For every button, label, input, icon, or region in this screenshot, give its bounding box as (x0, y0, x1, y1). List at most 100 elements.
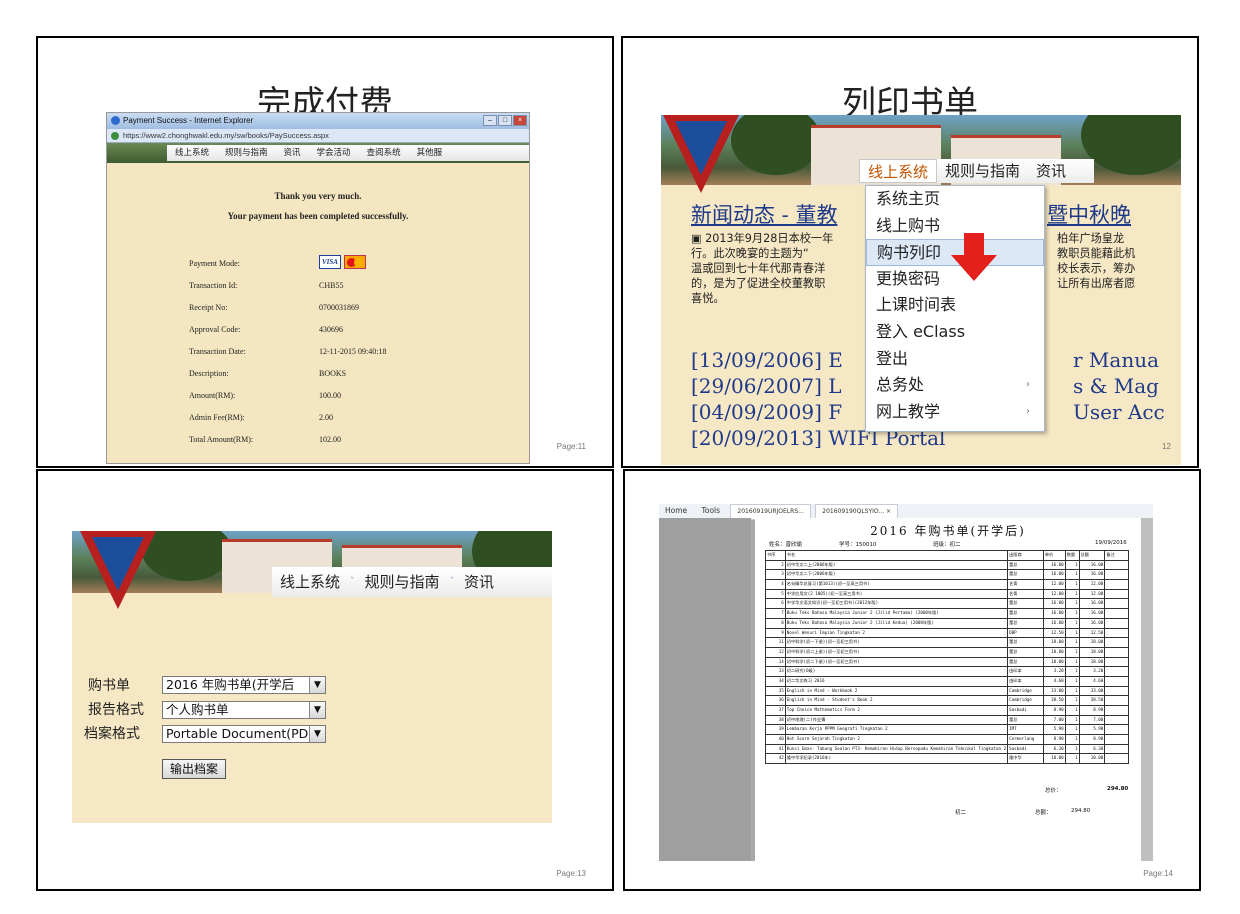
book-publisher: Sasbadi (1007, 705, 1044, 716)
nav-item[interactable]: 学会活动 (309, 145, 359, 161)
doc-link-right[interactable]: User Acc (1073, 399, 1165, 425)
page-number: 12 (1162, 442, 1171, 451)
news-heading-right[interactable]: 暨中秋晚 (1047, 199, 1131, 229)
address-bar[interactable]: https://www2.chonghwakl.edu.my/sw/books/… (107, 129, 529, 143)
book-publisher: Cambridge (1007, 685, 1044, 697)
book-title: 隆中华学纪录(2016年) (784, 753, 1009, 765)
book-qty: 1 (1064, 705, 1080, 716)
table-row: 42 隆中华学纪录(2016年) 隆中华 10.00 1 10.00 (765, 753, 1129, 765)
payment-body: Thank you very much. Your payment has be… (107, 163, 529, 463)
viewer-scrollbar[interactable] (1141, 518, 1153, 861)
file-format-select[interactable]: Portable Document(PDF) ▼ (162, 725, 326, 743)
row-value: BOOKS (319, 369, 347, 378)
close-icon[interactable]: × (513, 115, 527, 126)
book-index: 38 (765, 714, 786, 726)
menu-news[interactable]: 资讯 (456, 567, 502, 597)
maximize-icon[interactable]: □ (498, 115, 512, 126)
book-price: 18.00 (1042, 637, 1066, 648)
row-label: Description: (189, 369, 229, 378)
student-name: 姓名：曾欣瑜 (769, 542, 803, 548)
table-row: 6 中学华文语文知识(初一至初三用书)(2012年版) 董总 16.00 1 16.00 (765, 598, 1129, 610)
row-label: Receipt No: (189, 303, 228, 312)
book-remark (1104, 637, 1129, 648)
site-menubar: 线上系统 ˇ 规则与指南 ˇ 资讯 (272, 567, 552, 597)
book-amount: 6.30 (1078, 743, 1106, 755)
table-row: 39 Lembaran Kerja PPPM Geografi Tingkatan… (765, 724, 1129, 736)
book-remark (1104, 627, 1129, 639)
toolbar-home[interactable]: Home (659, 504, 693, 518)
chevron-down-icon[interactable]: ▼ (309, 702, 325, 718)
dropdown-item[interactable]: 登出 (866, 346, 1044, 373)
book-publisher: 董总 (1007, 617, 1044, 629)
book-publisher: Sasbadi (1007, 743, 1044, 755)
book-qty: 1 (1064, 559, 1080, 571)
book-title: Buku Teks Bahasa Malaysia Junior 2 (Jili… (784, 617, 1009, 629)
chevron-down-icon[interactable]: ▼ (309, 677, 325, 693)
book-remark (1104, 714, 1129, 726)
menu-news[interactable]: 资讯 (1028, 159, 1074, 183)
book-title: English in Mind - Workbook 2 (784, 685, 1009, 697)
dropdown-item-elearning[interactable]: 网上教学 › (866, 399, 1044, 426)
book-publisher: 董总 (1007, 637, 1044, 648)
nav-item[interactable]: 规则与指南 (217, 145, 276, 161)
doc-link-right[interactable]: s & Mag (1073, 373, 1165, 399)
book-title: 初中科学(初二上册)(初一至初三用书) (784, 646, 1009, 658)
nav-item[interactable]: 线上系统 (167, 145, 217, 161)
payment-row: Transaction Id: CHB55 (189, 281, 343, 290)
menu-online-system[interactable]: 线上系统 (272, 567, 348, 597)
table-row: 11 初中科学(初一下册)(初一至初三用书) 董总 18.00 1 18.00 (765, 637, 1129, 648)
book-index: 36 (765, 695, 786, 706)
news-heading[interactable]: 新闻动态 - 董教 (691, 199, 837, 229)
book-qty: 1 (1064, 695, 1080, 706)
site-menubar: 线上系统 规则与指南 资讯 (859, 159, 1095, 183)
table-row: 41 Kunci Emas- Tabung Soalan PT3- Kemahir… (765, 743, 1129, 755)
dropdown-item[interactable]: 系统主页 (866, 186, 1044, 213)
booklist-select[interactable]: 2016 年购书单(开学后 ▼ (162, 676, 326, 694)
table-row: 33 初二研究(O级) 由印本 3.20 1 3.20 (765, 666, 1129, 677)
nav-item[interactable]: 查阅系统 (359, 145, 409, 161)
row-label: Transaction Date: (189, 347, 246, 356)
table-row: 40 Hot Score Sejarah Tingkatan 2 Cermerlan… (765, 734, 1129, 745)
book-remark (1104, 598, 1129, 610)
pdf-page: 2016 年购书单(开学后) 姓名：曾欣瑜 学号：150010 班级：初二 19… (755, 518, 1141, 861)
chevron-down-icon[interactable]: ▼ (309, 726, 325, 742)
menu-rules[interactable]: 规则与指南 (357, 567, 448, 597)
book-price: 8.90 (1042, 734, 1066, 745)
doc-link-right[interactable]: r Manua (1073, 347, 1165, 373)
book-qty: 1 (1064, 637, 1080, 648)
menu-rules[interactable]: 规则与指南 (937, 159, 1028, 183)
row-value: CHB55 (319, 281, 344, 290)
row-label: Approval Code: (189, 325, 241, 334)
book-index: 6 (765, 598, 786, 610)
book-title: Buku Teks Bahasa Malaysia Junior 2 (Jili… (784, 608, 1009, 619)
minimize-icon[interactable]: – (483, 115, 497, 126)
success-text: Your payment has been completed successf… (227, 211, 409, 221)
nav-item[interactable]: 其他服 (409, 145, 451, 161)
row-label: Admin Fee(RM): (189, 413, 245, 422)
book-publisher: 隆中华 (1007, 753, 1044, 765)
book-amount: 8.90 (1078, 734, 1106, 745)
book-remark (1104, 705, 1129, 716)
book-index: 7 (765, 608, 786, 619)
book-price: 16.00 (1042, 608, 1066, 619)
table-row: 38 初中地理(二)作业簿 董总 7.00 1 7.00 (765, 714, 1129, 726)
viewer-sidebar (659, 518, 751, 861)
book-index: 11 (765, 637, 786, 648)
dropdown-item[interactable]: 登入 eClass (866, 319, 1044, 346)
site-nav: 线上系统 规则与指南 资讯 学会活动 查阅系统 其他服 (107, 143, 529, 163)
nav-item[interactable]: 资讯 (276, 145, 309, 161)
slide-pdf-output: Home Tools 20160919URJOELRS... 201609190… (623, 469, 1201, 891)
report-format-select[interactable]: 个人购书单 ▼ (162, 701, 326, 719)
book-index: 3 (765, 569, 786, 581)
dropdown-item-general[interactable]: 总务处 › (866, 372, 1044, 399)
toolbar-tools[interactable]: Tools (696, 504, 726, 518)
dropdown-item[interactable]: 上课时间表 (866, 292, 1044, 319)
book-price: 16.00 (1042, 559, 1066, 571)
payment-row: Total Amount(RM): 102.00 (189, 435, 341, 444)
viewer-toolbar: Home Tools 20160919URJOELRS... 201609190… (659, 504, 1153, 520)
news-text: ▣ 2013年9月28日本校一年 行。此次晚宴的主题为“ 温或回到七十年代那青春… (691, 232, 834, 305)
export-file-button[interactable]: 输出档案 (162, 759, 227, 779)
book-remark (1104, 685, 1129, 697)
menu-online-system[interactable]: 线上系统 (859, 159, 938, 183)
window-titlebar: Payment Success - Internet Explorer – □ … (107, 113, 529, 129)
